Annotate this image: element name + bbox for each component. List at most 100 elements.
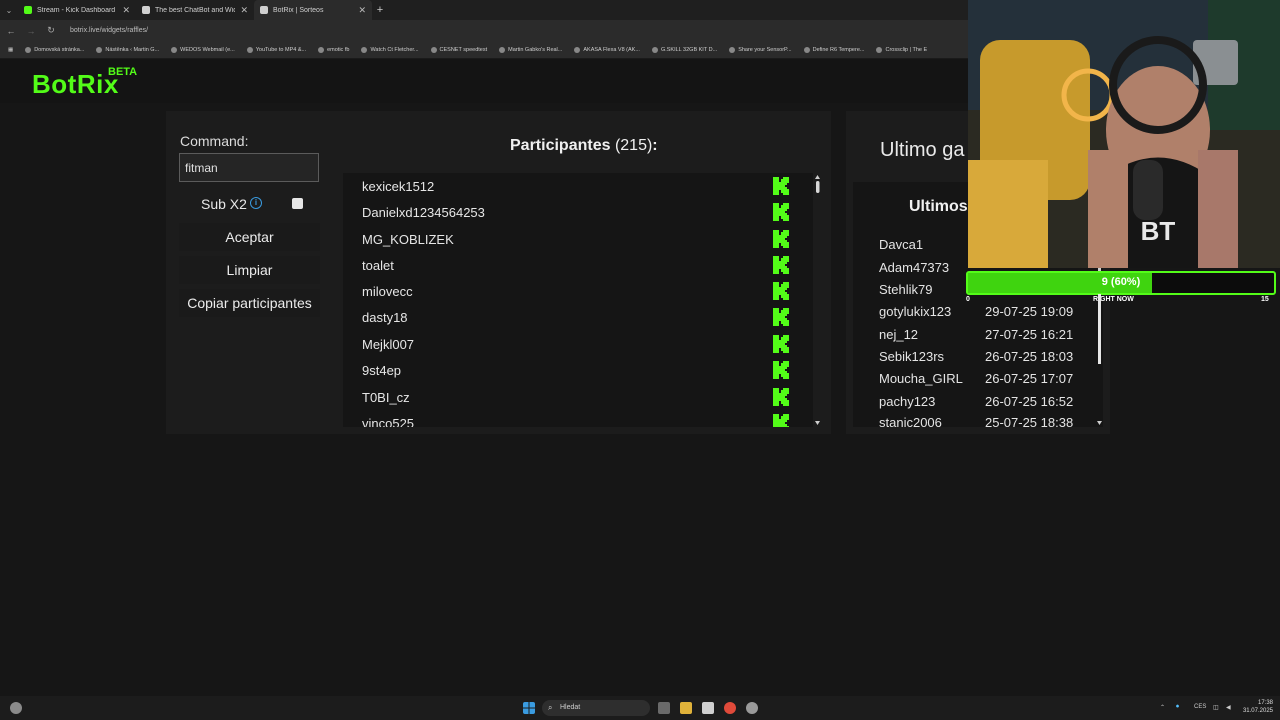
- file-explorer-icon[interactable]: [680, 702, 692, 714]
- winner-date: 26-07-25 18:03: [985, 349, 1074, 364]
- participants-list[interactable]: kexicek1512 Danielxd1234564253 MG_KOBLIZ…: [343, 173, 813, 427]
- tray-chevron-icon[interactable]: ⌃: [1160, 704, 1165, 711]
- tab-kick-dashboard[interactable]: Stream - Kick Dashboard ✕: [18, 0, 136, 20]
- volume-icon[interactable]: ◀: [1226, 704, 1231, 711]
- bookmark-item[interactable]: Share your SensorP...: [729, 46, 792, 53]
- botrix-favicon-icon: [260, 6, 268, 14]
- kick-logo-icon: [773, 335, 789, 353]
- winner-date: 27-07-25 16:21: [985, 327, 1074, 342]
- goal-progress-text: 9 (60%): [1101, 276, 1141, 288]
- goal-marker-line: [1098, 294, 1101, 364]
- winner-name: Davca1: [879, 237, 924, 252]
- browser-tab-bar: ⌄ Stream - Kick Dashboard ✕ The best Cha…: [0, 0, 968, 20]
- copy-participants-button[interactable]: Copiar participantes: [179, 289, 320, 317]
- command-label: Command:: [180, 133, 249, 149]
- info-icon[interactable]: i: [250, 197, 262, 209]
- goal-max-label: 15: [1261, 296, 1269, 303]
- participants-count: (215): [614, 137, 653, 154]
- settings-icon[interactable]: [746, 702, 758, 714]
- bookmark-item[interactable]: Crossclip | The E: [876, 46, 927, 53]
- botrix-favicon-icon: [142, 6, 150, 14]
- clock[interactable]: 17:38 31.07.2025: [1241, 699, 1273, 715]
- winner-name: nej_12: [879, 327, 919, 342]
- last-winners-heading: Ultimos: [909, 198, 968, 215]
- bookmark-item[interactable]: Domovská stránka...: [25, 46, 84, 53]
- apps-grid-icon[interactable]: ▦: [8, 47, 13, 53]
- widgets-icon[interactable]: [10, 702, 22, 714]
- clear-button[interactable]: Limpiar: [179, 256, 320, 284]
- app-header: BotRix BETA: [0, 59, 968, 103]
- bookmarks-bar: ▦ Domovská stránka... Nástěnka ‹ Martin …: [0, 41, 968, 59]
- windows-start-icon[interactable]: [523, 702, 535, 714]
- address-bar: ← → ↻ botrix.live/widgets/raffles/: [0, 20, 968, 41]
- kick-logo-icon: [773, 414, 789, 427]
- tab-botrix-home[interactable]: The best ChatBot and Widgets ✕: [136, 0, 254, 20]
- forward-arrow-icon[interactable]: →: [26, 26, 36, 36]
- bookmark-item[interactable]: AKASA Flexa V8 (AK...: [574, 46, 640, 53]
- accept-button[interactable]: Aceptar: [179, 223, 320, 251]
- bookmark-item[interactable]: Nástěnka ‹ Martin G...: [96, 46, 159, 53]
- bookmark-item[interactable]: Watch Ct Fletcher...: [361, 46, 419, 53]
- microphone-icon[interactable]: ⏺: [1176, 704, 1179, 711]
- svg-text:BT: BT: [1141, 216, 1176, 246]
- winner-name: Stehlik79: [879, 282, 933, 297]
- bookmark-item[interactable]: YouTube to MP4 &...: [246, 46, 306, 53]
- list-item: dasty18: [343, 304, 813, 330]
- new-tab-button[interactable]: +: [372, 4, 388, 16]
- participants-title: Participantes (215):: [510, 137, 658, 154]
- winner-name: Moucha_GIRL: [879, 371, 963, 386]
- botrix-logo[interactable]: BotRix: [32, 69, 119, 100]
- winner-date: 29-07-25 19:09: [985, 304, 1074, 319]
- bookmark-item[interactable]: G.SKILL 32GB KIT D...: [651, 46, 717, 53]
- reload-icon[interactable]: ↻: [46, 25, 56, 36]
- command-input[interactable]: [179, 153, 319, 182]
- winner-name: pachy123: [879, 394, 936, 409]
- kick-logo-icon: [773, 256, 789, 274]
- winner-date: 26-07-25 16:52: [985, 394, 1074, 409]
- kick-logo-icon: [773, 203, 789, 221]
- winner-date: 25-07-25 18:38: [985, 415, 1074, 427]
- winner-name: gotylukix123: [879, 304, 952, 319]
- windows-taskbar: ⌕ Hledat ⌃ ⏺ CES ◫ ◀ 17:38 31.07.2025: [0, 696, 1280, 720]
- network-icon[interactable]: ◫: [1213, 704, 1219, 711]
- close-tab-icon[interactable]: ✕: [122, 5, 130, 16]
- list-item: Mejkl007: [343, 331, 813, 357]
- tab-search-icon[interactable]: ⌄: [0, 0, 18, 20]
- close-tab-icon[interactable]: ✕: [240, 5, 248, 16]
- bookmark-item[interactable]: Define R6 Tempere...: [803, 46, 864, 53]
- kick-logo-icon: [773, 388, 789, 406]
- winner-name: Adam47373: [879, 260, 950, 275]
- search-icon: ⌕: [548, 703, 553, 712]
- kick-logo-icon: [773, 361, 789, 379]
- kick-logo-icon: [773, 282, 789, 300]
- kick-favicon-icon: [24, 6, 32, 14]
- sub-goal-bar: 9 (60%): [966, 271, 1276, 295]
- list-item: kexicek1512: [343, 173, 813, 199]
- bookmark-item[interactable]: CESNET speedtest: [430, 46, 487, 53]
- list-item: toalet: [343, 252, 813, 278]
- store-icon[interactable]: [702, 702, 714, 714]
- close-tab-icon[interactable]: ✕: [358, 5, 366, 16]
- task-view-icon[interactable]: [658, 702, 670, 714]
- taskbar-search[interactable]: ⌕ Hledat: [542, 700, 650, 716]
- tab-botrix-raffles[interactable]: BotRix | Sorteos ✕: [254, 0, 372, 20]
- winner-date: 26-07-25 17:07: [985, 371, 1074, 386]
- winner-name: Sebik123rs: [879, 349, 945, 364]
- list-item: MG_KOBLIZEK: [343, 226, 813, 252]
- bookmark-item[interactable]: emotic fb: [318, 46, 349, 53]
- list-item: T0BI_cz: [343, 384, 813, 410]
- list-item: 9st4ep: [343, 357, 813, 383]
- goal-min-label: 0: [966, 296, 970, 303]
- list-item: Danielxd1234564253: [343, 199, 813, 225]
- participants-scrollbar[interactable]: [813, 173, 822, 427]
- bookmark-item[interactable]: Martin Gabko's Real...: [499, 46, 562, 53]
- beta-badge: BETA: [108, 66, 138, 78]
- kick-logo-icon: [773, 230, 789, 248]
- chrome-icon[interactable]: [724, 702, 736, 714]
- back-arrow-icon[interactable]: ←: [6, 26, 16, 36]
- bookmark-item[interactable]: WEDOS Webmail (e...: [171, 46, 235, 53]
- sub-x2-checkbox[interactable]: [292, 198, 303, 209]
- url-field[interactable]: botrix.live/widgets/raffles/: [70, 27, 148, 34]
- sub-x2-label: Sub X2: [201, 196, 247, 212]
- language-indicator[interactable]: CES: [1194, 704, 1206, 710]
